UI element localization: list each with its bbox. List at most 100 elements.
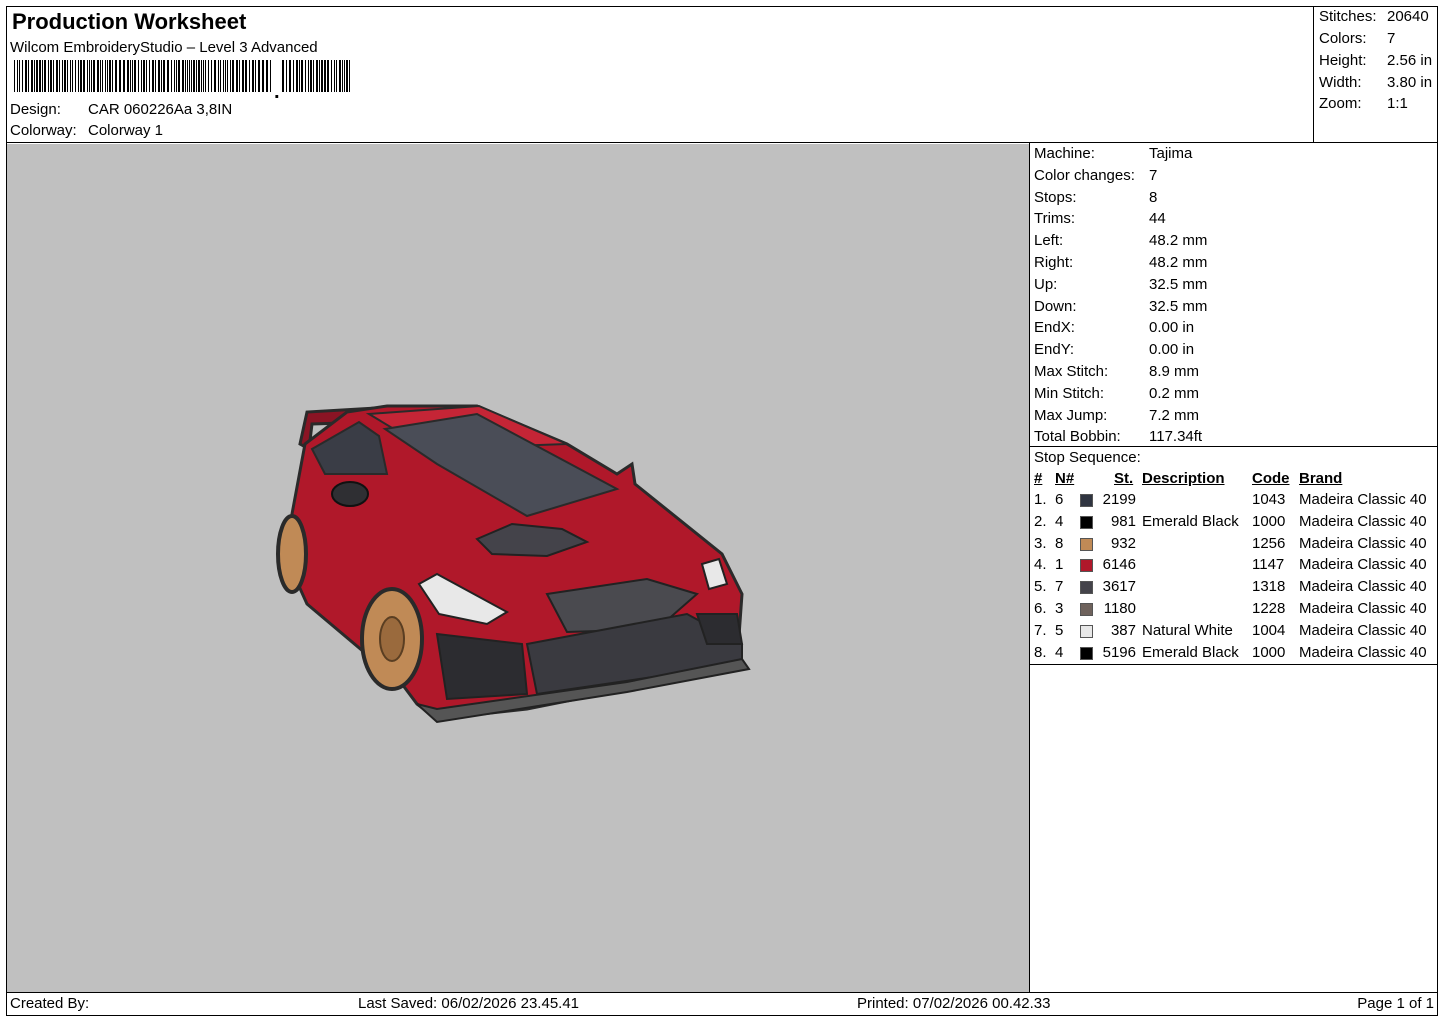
cell-code: 1256 — [1252, 534, 1286, 552]
info-value: 117.34ft — [1149, 428, 1203, 446]
stop-sequence-row: 7. 5 387 Natural White 1004 Madeira Classic 4… — [1034, 622, 1438, 642]
machine-info-row: Machine: Tajima — [1034, 145, 1434, 165]
info-value: 8.9 mm — [1149, 363, 1200, 380]
stat-width: Width: 3.80 in — [1319, 74, 1437, 94]
machine-info-row: Max Stitch: 8.9 mm — [1034, 363, 1434, 383]
info-value: 7.2 mm — [1149, 406, 1200, 424]
info-label: Min Stitch: — [1034, 384, 1105, 402]
column-header-st: St. — [1114, 470, 1134, 487]
worksheet-header: Production Worksheet Wilcom EmbroiderySt… — [6, 6, 1313, 143]
cell-n: 4 — [1055, 643, 1064, 661]
barcode: , — [14, 60, 350, 98]
page-title: Production Worksheet — [12, 9, 247, 34]
cell-brand: Madeira Classic 40 — [1299, 621, 1427, 639]
info-value: 0.00 in — [1149, 341, 1195, 359]
page-number: Page 1 of 1 — [1357, 995, 1434, 1012]
colorway-label: Colorway: — [10, 122, 77, 139]
cell-st: 932 — [1110, 534, 1136, 552]
column-header-brand: Brand — [1299, 470, 1343, 487]
cell-code: 1147 — [1252, 556, 1285, 574]
info-value: 48.2 mm — [1149, 232, 1208, 250]
stat-stitches: Stitches: 20640 — [1319, 8, 1437, 28]
stat-value: 7 — [1387, 30, 1396, 47]
cell-brand: Madeira Classic 40 — [1299, 512, 1427, 530]
thread-color-swatch — [1080, 646, 1093, 660]
info-value: 48.2 mm — [1149, 254, 1208, 271]
cell-num: 3. — [1034, 534, 1047, 552]
cell-code: 1000 — [1252, 512, 1286, 530]
panel-divider — [1029, 143, 1030, 993]
colorway-value: Colorway 1 — [88, 122, 164, 139]
cell-brand: Madeira Classic 40 — [1299, 556, 1427, 574]
cell-description: Emerald Black — [1142, 643, 1239, 661]
info-divider — [1030, 446, 1438, 447]
info-label: Color changes: — [1034, 166, 1135, 184]
design-stats: Stitches: 20640 Colors: 7 Height: 2.56 i… — [1313, 6, 1438, 143]
stop-sequence-row: 8. 4 5196 Emerald Black 1000 Madeira Classic … — [1034, 644, 1438, 664]
design-label: Design: — [10, 101, 61, 118]
info-label: Max Jump: — [1034, 406, 1108, 424]
stat-value: 20640 — [1387, 8, 1429, 25]
cell-st: 1180 — [1103, 600, 1136, 617]
info-label: Right: — [1034, 254, 1074, 271]
sequence-divider — [1030, 664, 1438, 665]
stat-value: 3.80 in — [1387, 74, 1433, 91]
cell-num: 6. — [1034, 600, 1047, 617]
machine-info-row: Color changes: 7 — [1034, 167, 1434, 187]
info-label: Max Stitch: — [1034, 363, 1109, 380]
info-label: Left: — [1034, 232, 1064, 250]
info-value: 8 — [1149, 188, 1158, 206]
stat-label: Width: — [1319, 74, 1362, 91]
car-embroidery-image — [276, 404, 751, 724]
printed-date: Printed: 07/02/2026 00.42.33 — [857, 995, 1051, 1012]
info-value: 32.5 mm — [1149, 297, 1208, 315]
column-header-code: Code — [1252, 470, 1290, 487]
stat-value: 2.56 in — [1387, 52, 1433, 69]
cell-code: 1000 — [1252, 643, 1286, 661]
cell-st: 6146 — [1102, 556, 1136, 574]
cell-num: 4. — [1034, 556, 1047, 574]
cell-st: 387 — [1110, 621, 1136, 639]
machine-info-row: Up: 32.5 mm — [1034, 276, 1434, 296]
cell-brand: Madeira Classic 40 — [1299, 643, 1427, 661]
machine-info-row: Trims: 44 — [1034, 210, 1434, 230]
info-value: 7 — [1149, 166, 1158, 184]
stop-sequence-row: 6. 3 1180 1228 Madeira Classic 40 — [1034, 600, 1438, 620]
info-label: Down: — [1034, 297, 1077, 315]
stop-sequence-title: Stop Sequence: — [1034, 449, 1141, 466]
stat-label: Colors: — [1319, 30, 1367, 47]
column-header-num: # — [1034, 470, 1043, 487]
stop-sequence-row: 3. 8 932 1256 Madeira Classic 40 — [1034, 535, 1438, 555]
cell-brand: Madeira Classic 40 — [1299, 600, 1427, 617]
cell-num: 7. — [1034, 621, 1047, 639]
cell-code: 1043 — [1252, 491, 1286, 508]
info-value: Tajima — [1149, 145, 1193, 162]
design-preview — [7, 144, 1029, 992]
design-value: CAR 060226Aa 3,8IN — [88, 101, 233, 118]
machine-info-row: Down: 32.5 mm — [1034, 298, 1434, 318]
cell-n: 6 — [1055, 491, 1064, 508]
stat-label: Zoom: — [1319, 95, 1362, 112]
cell-n: 4 — [1055, 512, 1064, 530]
thread-color-swatch — [1080, 515, 1093, 529]
column-header-n: N# — [1055, 470, 1075, 487]
stat-label: Height: — [1319, 52, 1367, 69]
cell-st: 2199 — [1102, 491, 1136, 508]
info-label: Total Bobbin: — [1034, 428, 1121, 446]
thread-color-swatch — [1080, 494, 1093, 507]
machine-info-row: EndX: 0.00 in — [1034, 319, 1434, 339]
cell-num: 8. — [1034, 643, 1047, 661]
cell-st: 981 — [1110, 512, 1136, 530]
cell-brand: Madeira Classic 40 — [1299, 491, 1427, 508]
cell-description: Natural White — [1142, 621, 1233, 639]
column-header-description: Description — [1142, 470, 1225, 487]
cell-n: 7 — [1055, 578, 1064, 596]
machine-info-row: Min Stitch: 0.2 mm — [1034, 385, 1434, 405]
info-value: 32.5 mm — [1149, 275, 1208, 293]
cell-n: 8 — [1055, 534, 1064, 552]
cell-brand: Madeira Classic 40 — [1299, 534, 1427, 552]
thread-color-swatch — [1080, 559, 1093, 573]
last-saved: Last Saved: 06/02/2026 23.45.41 — [358, 995, 580, 1012]
machine-info-row: Stops: 8 — [1034, 189, 1434, 209]
cell-st: 5196 — [1102, 643, 1136, 661]
